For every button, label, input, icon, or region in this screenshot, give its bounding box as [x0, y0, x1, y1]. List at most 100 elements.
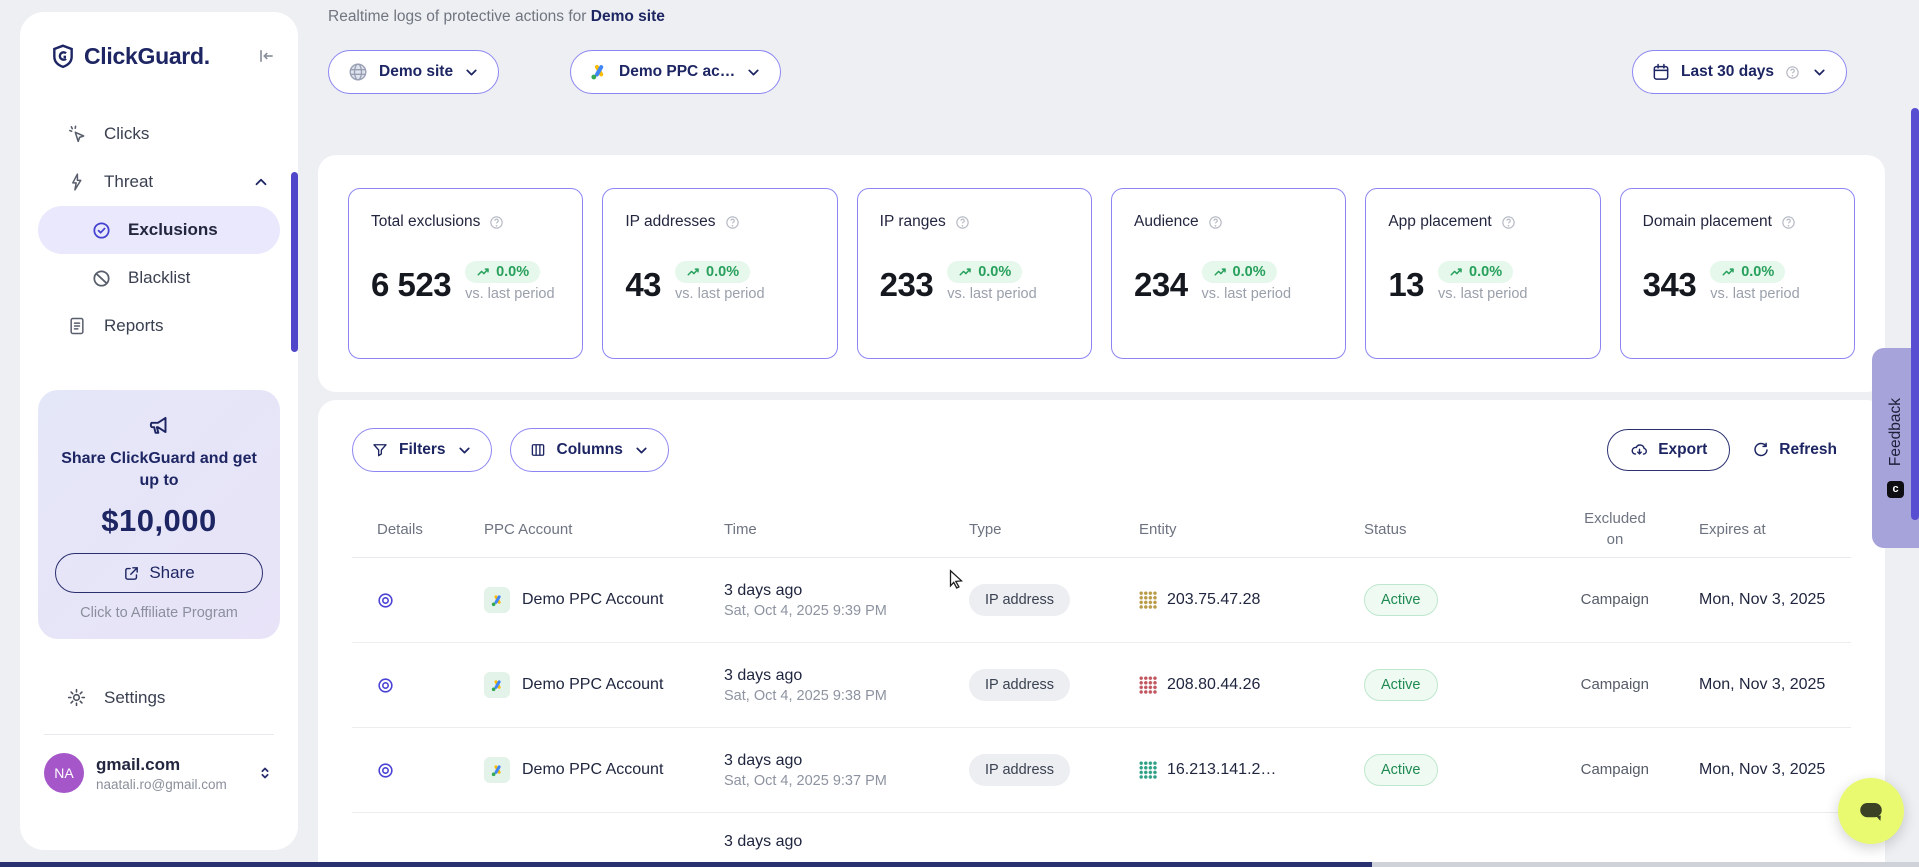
help-icon[interactable] — [488, 214, 505, 231]
ban-icon — [90, 268, 112, 289]
stat-card-ip-addresses: IP addresses 43 0.0% vs. last period — [602, 188, 837, 359]
view-details-icon[interactable] — [376, 591, 460, 610]
time-relative: 3 days ago — [724, 582, 945, 600]
account-switcher[interactable]: NA gmail.com naatali.ro@gmail.com — [38, 753, 280, 793]
sidebar-item-reports[interactable]: Reports — [38, 302, 280, 350]
trend-up-icon — [958, 265, 973, 280]
columns-icon — [529, 441, 547, 459]
date-range-label: Last 30 days — [1681, 63, 1774, 81]
filters-label: Filters — [399, 441, 446, 459]
cursor-click-icon — [66, 124, 88, 145]
stat-card-app-placement: App placement 13 0.0% vs. last period — [1365, 188, 1600, 359]
affiliate-promo-card[interactable]: Share ClickGuard and get up to $10,000 S… — [38, 390, 280, 639]
stat-value: 43 — [625, 266, 661, 304]
logo: ClickGuard. — [38, 42, 280, 70]
view-details-icon[interactable] — [376, 761, 460, 780]
trend-caption: vs. last period — [465, 286, 554, 302]
stat-label: App placement — [1388, 213, 1491, 231]
view-details-icon[interactable] — [376, 676, 460, 695]
status-badge: Active — [1364, 669, 1438, 701]
excluded-on-value: Campaign — [1581, 591, 1649, 608]
column-header-account: PPC Account — [460, 521, 700, 538]
stat-label: IP ranges — [880, 213, 946, 231]
trend-caption: vs. last period — [1438, 286, 1527, 302]
help-icon[interactable] — [1207, 214, 1224, 231]
site-selector[interactable]: Demo site — [328, 50, 499, 94]
ppc-account-selector[interactable]: Demo PPC ac… — [570, 50, 781, 94]
stat-card-ip-ranges: IP ranges 233 0.0% vs. last period — [857, 188, 1092, 359]
type-badge: IP address — [969, 754, 1070, 786]
date-range-selector[interactable]: Last 30 days — [1632, 50, 1847, 94]
export-button[interactable]: Export — [1607, 429, 1730, 471]
filters-button[interactable]: Filters — [352, 428, 492, 472]
badge-check-icon — [90, 220, 112, 241]
chevron-down-icon — [633, 442, 650, 459]
trend-up-icon — [1721, 265, 1736, 280]
stat-label: Audience — [1134, 213, 1199, 231]
trend-badge: 0.0% — [1202, 261, 1277, 283]
chevron-up-icon[interactable] — [252, 173, 270, 191]
settings-label: Settings — [104, 688, 165, 708]
sidebar-item-settings[interactable]: Settings — [38, 687, 280, 708]
trend-up-icon — [1449, 265, 1464, 280]
divider — [44, 734, 274, 735]
sidebar-item-label: Reports — [104, 316, 164, 336]
stat-value: 13 — [1388, 266, 1424, 304]
feedback-logo-icon: c — [1887, 481, 1904, 498]
chat-launcher-button[interactable] — [1838, 778, 1904, 844]
entity-identicon — [1139, 676, 1157, 694]
megaphone-icon — [52, 412, 266, 438]
account-name: Demo PPC Account — [522, 761, 663, 779]
column-header-entity: Entity — [1115, 521, 1340, 538]
sidebar-scrollbar[interactable] — [291, 172, 298, 352]
sidebar-item-threat[interactable]: Threat — [38, 158, 280, 206]
columns-button[interactable]: Columns — [510, 428, 669, 472]
sidebar-item-label: Threat — [104, 172, 153, 192]
stat-value: 234 — [1134, 266, 1188, 304]
trend-up-icon — [476, 265, 491, 280]
sidebar-collapse-icon[interactable] — [252, 42, 280, 70]
status-badge: Active — [1364, 754, 1438, 786]
entity-identicon — [1139, 591, 1157, 609]
trend-caption: vs. last period — [1202, 286, 1291, 302]
sidebar-item-label: Blacklist — [128, 268, 190, 288]
clickguard-shield-icon — [50, 43, 76, 69]
refresh-label: Refresh — [1779, 441, 1837, 459]
sidebar-item-blacklist[interactable]: Blacklist — [38, 254, 280, 302]
page-scrollbar[interactable] — [1911, 108, 1919, 520]
stat-label: Total exclusions — [371, 213, 480, 231]
time-absolute: Sat, Oct 4, 2025 9:38 PM — [724, 688, 945, 704]
sidebar-item-clicks[interactable]: Clicks — [38, 110, 280, 158]
refresh-icon — [1752, 441, 1770, 459]
column-header-expires: Expires at — [1675, 521, 1851, 538]
time-absolute: Sat, Oct 4, 2025 9:37 PM — [724, 773, 945, 789]
promo-amount: $10,000 — [52, 503, 266, 539]
expires-at-value: Mon, Nov 3, 2025 — [1675, 676, 1851, 694]
page-subtitle: Realtime logs of protective actions for … — [328, 8, 665, 26]
help-icon[interactable] — [724, 214, 741, 231]
trend-value: 0.0% — [496, 264, 529, 280]
calendar-icon — [1651, 62, 1671, 82]
chevron-up-down-icon[interactable] — [256, 764, 274, 782]
help-icon[interactable] — [1780, 214, 1797, 231]
trend-badge: 0.0% — [675, 261, 750, 283]
table-toolbar: Filters Columns Export — [352, 428, 1851, 472]
promo-title: Share ClickGuard and get up to — [52, 448, 266, 491]
bottom-edge-bar-light — [1372, 862, 1919, 867]
help-icon[interactable] — [1500, 214, 1517, 231]
table-row: Demo PPC Account 3 days ago Sat, Oct 4, … — [352, 728, 1851, 813]
logo-text: ClickGuard. — [84, 43, 252, 70]
entity-identicon — [1139, 761, 1157, 779]
column-header-status: Status — [1340, 521, 1555, 538]
trend-up-icon — [1213, 265, 1228, 280]
help-icon[interactable] — [954, 214, 971, 231]
share-button[interactable]: Share — [55, 553, 263, 593]
sidebar-item-exclusions[interactable]: Exclusions — [38, 206, 280, 254]
type-badge: IP address — [969, 584, 1070, 616]
refresh-button[interactable]: Refresh — [1738, 429, 1851, 471]
user-email: naatali.ro@gmail.com — [96, 777, 256, 792]
google-ads-icon — [589, 62, 609, 82]
page-subtitle-site: Demo site — [591, 8, 665, 25]
globe-icon — [347, 61, 369, 83]
page-subtitle-text: Realtime logs of protective actions for — [328, 8, 586, 25]
